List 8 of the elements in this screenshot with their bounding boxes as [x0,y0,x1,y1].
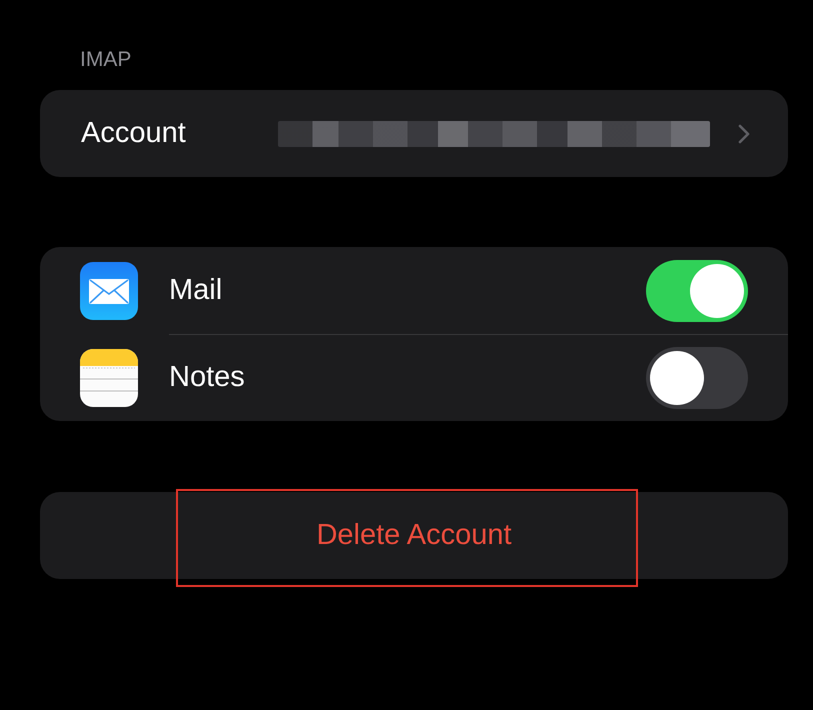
notepad-icon [80,348,138,406]
envelope-icon [80,262,138,320]
account-row[interactable]: Account [40,90,788,177]
toggle-label: Mail [169,274,224,307]
chevron-icon [738,124,750,144]
toggle-label: Notes [169,361,246,394]
section-header: IMAP [80,47,132,73]
delete-account-button[interactable]: Delete Account [40,492,788,579]
